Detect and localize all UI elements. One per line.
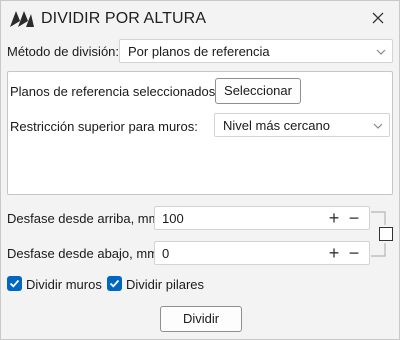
division-method-label: Método de división: — [7, 44, 120, 59]
title-bar: DIVIDIR POR ALTURA — [1, 1, 399, 37]
chevron-down-icon — [373, 123, 383, 129]
link-offsets-checkbox[interactable] — [379, 227, 393, 241]
close-icon[interactable] — [371, 11, 385, 25]
offset-bottom-input[interactable]: 0 + − — [154, 241, 370, 265]
divide-walls-checkbox[interactable] — [7, 276, 22, 291]
divide-walls-label: Dividir muros — [26, 277, 102, 292]
offset-top-input[interactable]: 100 + − — [154, 206, 370, 230]
division-method-value: Por planos de referencia — [128, 44, 270, 59]
reference-planes-panel: Planos de referencia seleccionados: 2 Se… — [7, 71, 393, 195]
selected-planes-label: Planos de referencia seleccionados: 2 — [10, 84, 230, 99]
offset-top-increment-button[interactable]: + — [327, 209, 341, 227]
wall-top-constraint-value: Nivel más cercano — [223, 118, 330, 133]
select-planes-button[interactable]: Seleccionar — [215, 78, 301, 104]
offset-top-label: Desfase desde arriba, mm: — [7, 211, 164, 226]
window-title: DIVIDIR POR ALTURA — [41, 10, 207, 27]
app-logo-icon — [10, 11, 34, 27]
offset-bottom-label: Desfase desde abajo, mm: — [7, 246, 162, 261]
chevron-down-icon — [376, 49, 386, 55]
offset-bottom-increment-button[interactable]: + — [327, 244, 341, 262]
offset-bottom-value: 0 — [162, 246, 170, 261]
offset-top-value: 100 — [162, 211, 184, 226]
divide-columns-label: Dividir pilares — [126, 277, 205, 292]
offset-top-decrement-button[interactable]: − — [347, 209, 361, 227]
checkmark-icon — [109, 279, 120, 288]
divide-columns-checkbox[interactable] — [107, 276, 122, 291]
dialog-window: DIVIDIR POR ALTURA Método de división: P… — [0, 0, 400, 340]
divide-button[interactable]: Dividir — [160, 306, 242, 332]
wall-top-constraint-dropdown[interactable]: Nivel más cercano — [214, 113, 390, 137]
checkmark-icon — [9, 279, 20, 288]
wall-top-constraint-label: Restricción superior para muros: — [10, 119, 198, 134]
offset-bottom-decrement-button[interactable]: − — [347, 244, 361, 262]
division-method-dropdown[interactable]: Por planos de referencia — [119, 39, 393, 63]
